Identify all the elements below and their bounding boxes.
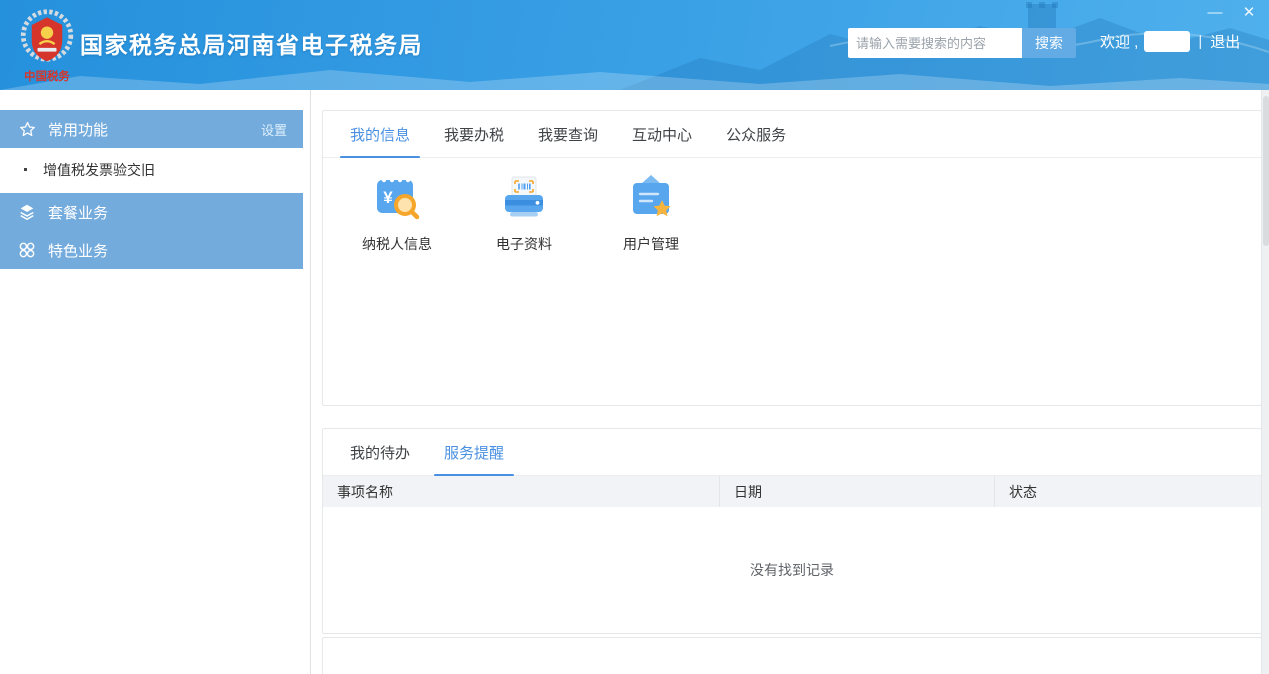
tab-label: 我要办税 xyxy=(444,124,504,145)
svg-text:¥: ¥ xyxy=(383,188,393,207)
app-header: 中国税务 中国税务 国家税务总局河南省电子税务局 搜索 欢迎 , | 退出 — … xyxy=(0,0,1269,90)
tab-my-information[interactable]: 我的信息 xyxy=(348,111,412,157)
empty-state-text: 没有找到记录 xyxy=(750,560,834,580)
welcome-label: 欢迎 , xyxy=(1100,31,1138,52)
tab-label: 公众服务 xyxy=(726,124,786,145)
taxpayer-info-icon: ¥ xyxy=(371,172,423,224)
username-redacted xyxy=(1144,31,1190,52)
minimize-icon[interactable]: — xyxy=(1205,2,1225,22)
feature-grid: ¥ 纳税人信息 xyxy=(323,158,1261,254)
todo-tabbar: 我的待办 服务提醒 xyxy=(323,429,1261,476)
sidebar-item-label: 特色业务 xyxy=(48,240,108,261)
user-area: 欢迎 , | 退出 xyxy=(1100,30,1240,52)
page-title: 国家税务总局河南省电子税务局 xyxy=(80,26,423,60)
sidebar-item-label: 常用功能 xyxy=(48,119,108,140)
tab-interaction-center[interactable]: 互动中心 xyxy=(630,111,694,157)
tab-label: 我的信息 xyxy=(350,124,410,145)
close-icon[interactable]: ✕ xyxy=(1239,2,1259,22)
sidebar: 常用功能 设置 增值税发票验交旧 套餐业务 xyxy=(0,90,311,674)
feature-taxpayer-info[interactable]: ¥ 纳税人信息 xyxy=(352,172,442,254)
table-empty-state: 没有找到记录 xyxy=(323,507,1261,633)
search-button[interactable]: 搜索 xyxy=(1022,28,1076,58)
sidebar-item-common-functions[interactable]: 常用功能 设置 xyxy=(0,110,303,148)
electronic-documents-icon xyxy=(498,172,550,224)
tax-bureau-logo: 中国税务 xyxy=(16,6,78,84)
logo-caption-glyph: 中国税务 xyxy=(24,69,70,83)
column-item-name: 事项名称 xyxy=(323,476,719,507)
tab-query[interactable]: 我要查询 xyxy=(536,111,600,157)
tab-service-reminders[interactable]: 服务提醒 xyxy=(442,429,506,475)
bottom-panel-partial xyxy=(322,637,1262,674)
tab-label: 我的待办 xyxy=(350,442,410,463)
sidebar-item-special-business[interactable]: 特色业务 xyxy=(0,231,303,269)
feature-label: 纳税人信息 xyxy=(362,234,432,254)
layers-icon xyxy=(18,203,36,221)
star-icon xyxy=(18,120,36,138)
feature-user-management[interactable]: 用户管理 xyxy=(606,172,696,254)
feature-electronic-documents[interactable]: 电子资料 xyxy=(479,172,569,254)
logout-button[interactable]: 退出 xyxy=(1210,31,1240,52)
sidebar-item-package-business[interactable]: 套餐业务 xyxy=(0,193,303,231)
tab-label: 我要查询 xyxy=(538,124,598,145)
scrollbar-thumb[interactable] xyxy=(1263,96,1269,246)
sidebar-quicklink-vat-invoice[interactable]: 增值税发票验交旧 xyxy=(0,148,303,191)
table-header: 事项名称 日期 状态 xyxy=(323,476,1261,507)
clover-icon xyxy=(18,241,36,259)
feature-label: 用户管理 xyxy=(623,234,679,254)
tab-public-services[interactable]: 公众服务 xyxy=(724,111,788,157)
settings-button[interactable]: 设置 xyxy=(261,120,287,139)
tab-label: 服务提醒 xyxy=(444,442,504,463)
search-input[interactable] xyxy=(848,28,1022,58)
main-tabbar: 我的信息 我要办税 我要查询 互动中心 公众服务 xyxy=(323,111,1261,158)
column-status: 状态 xyxy=(994,476,1261,507)
vertical-scrollbar[interactable] xyxy=(1261,90,1269,674)
bullet-icon xyxy=(24,168,27,171)
header-search: 搜索 xyxy=(848,28,1076,58)
window-controls: — ✕ xyxy=(1205,2,1259,22)
sidebar-item-label: 套餐业务 xyxy=(48,202,108,223)
sidebar-quicklink-label: 增值税发票验交旧 xyxy=(43,160,155,180)
feature-label: 电子资料 xyxy=(496,234,552,254)
tab-handle-tax[interactable]: 我要办税 xyxy=(442,111,506,157)
tab-label: 互动中心 xyxy=(632,124,692,145)
user-management-icon xyxy=(625,172,677,224)
todo-panel: 我的待办 服务提醒 事项名称 日期 状态 没有找到记录 xyxy=(322,428,1262,634)
column-date: 日期 xyxy=(719,476,994,507)
user-separator: | xyxy=(1198,33,1202,50)
my-info-panel: 我的信息 我要办税 我要查询 互动中心 公众服务 ¥ xyxy=(322,110,1262,406)
tab-my-todo[interactable]: 我的待办 xyxy=(348,429,412,475)
app-window: 中国税务 中国税务 国家税务总局河南省电子税务局 搜索 欢迎 , | 退出 — … xyxy=(0,0,1269,674)
